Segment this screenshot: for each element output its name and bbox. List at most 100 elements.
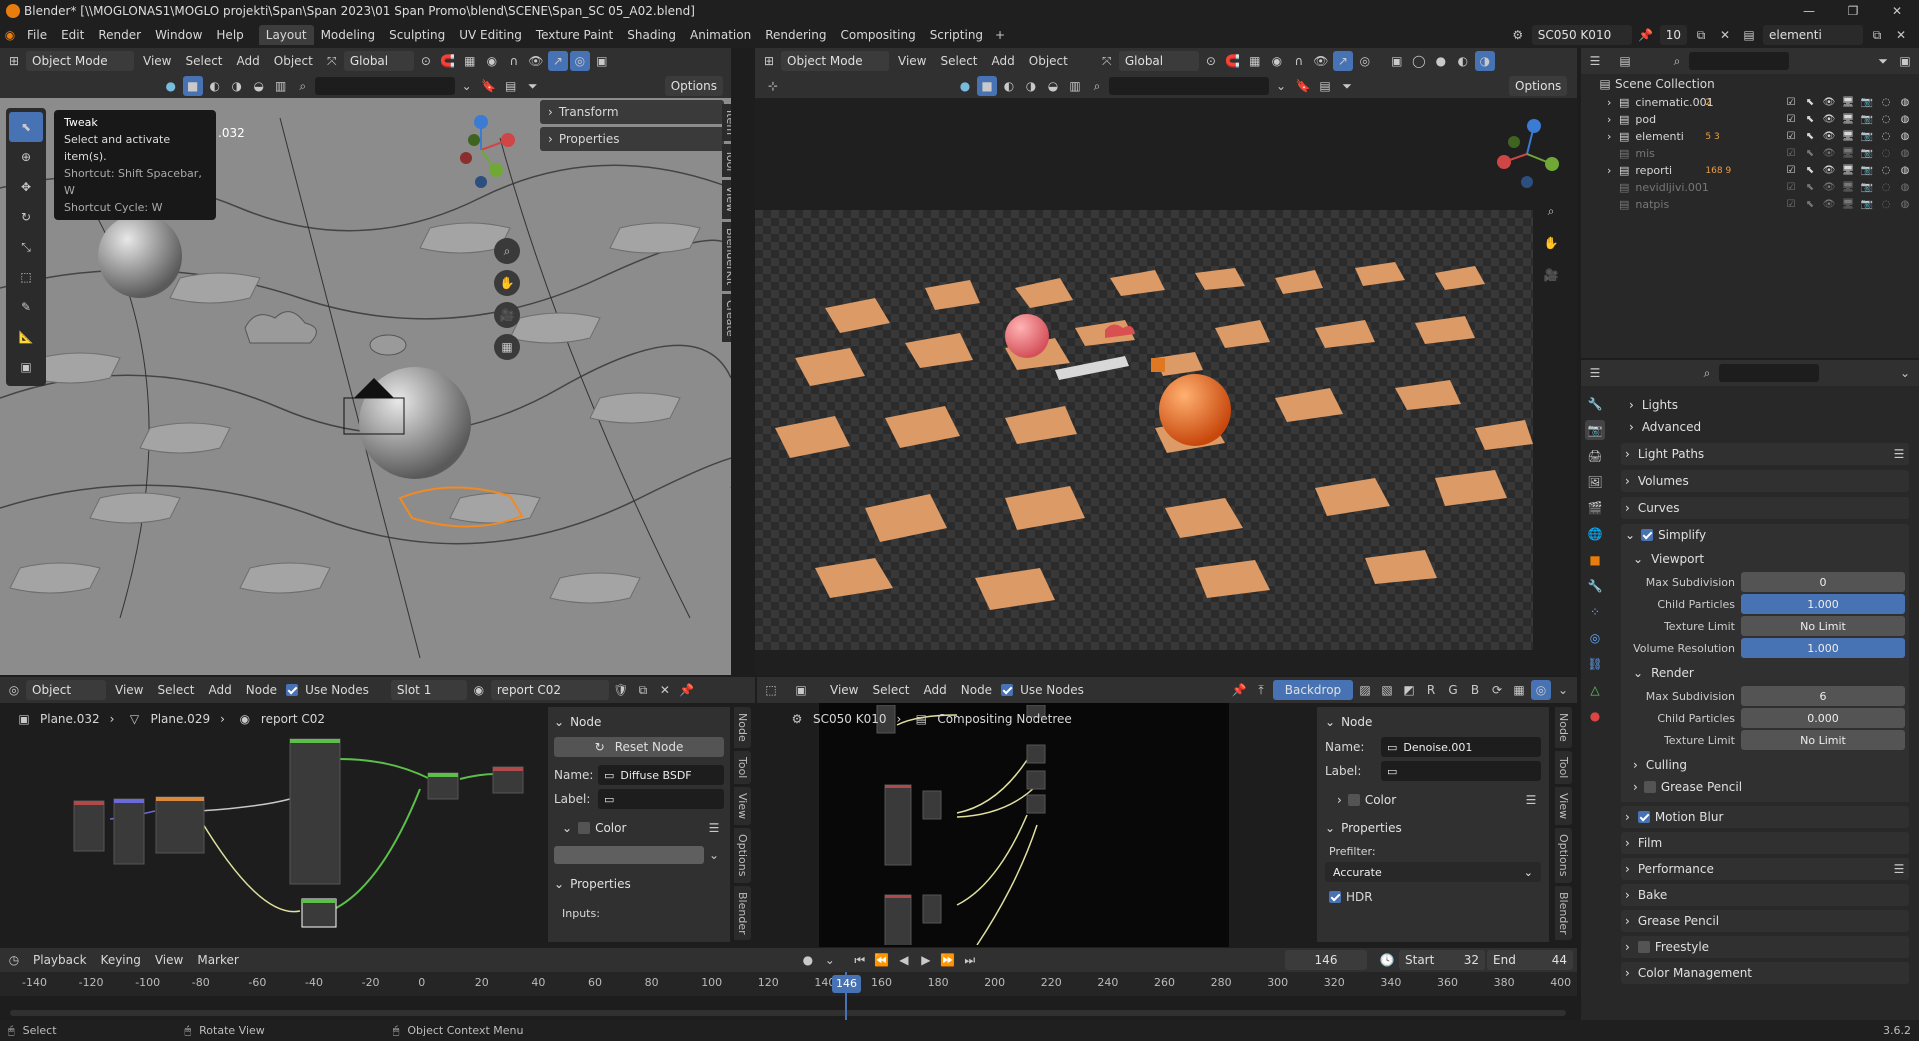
menu-help[interactable]: Help xyxy=(209,25,250,45)
gizmo-icon[interactable]: ↗ xyxy=(1332,51,1353,71)
presets-icon[interactable]: ☰ xyxy=(1889,444,1909,464)
sidebar-tab-node[interactable]: Node xyxy=(1555,707,1572,748)
select-icon[interactable]: ⬉ xyxy=(1802,148,1818,159)
tab-sculpting[interactable]: Sculpting xyxy=(382,25,452,45)
transform-panel[interactable]: › Transform xyxy=(540,100,724,124)
property-field[interactable]: 1.000 xyxy=(1741,594,1905,614)
property-field[interactable]: 6 xyxy=(1741,686,1905,706)
record-icon[interactable]: ● xyxy=(798,950,818,970)
menu-file[interactable]: File xyxy=(20,25,54,45)
gizmo-icon[interactable]: ↗ xyxy=(547,51,568,71)
indirect-icon[interactable]: ◍ xyxy=(1897,148,1913,159)
render-icon[interactable]: 📷 xyxy=(1859,114,1875,125)
falloff-icon[interactable]: ∩ xyxy=(504,51,524,71)
annotate-tool-icon[interactable]: ✎ xyxy=(9,292,43,322)
viewport-search-field[interactable] xyxy=(1109,77,1269,95)
xray-icon[interactable]: ▣ xyxy=(592,51,612,71)
options-button[interactable]: Options xyxy=(1509,76,1568,96)
left-3d-viewport[interactable]: ⊞ Object Mode View Select Add Object ⤧ Glob… xyxy=(0,48,731,675)
reset-node-button[interactable]: ↻ Reset Node xyxy=(554,737,724,757)
outliner-search-field[interactable] xyxy=(1689,52,1789,70)
search-icon[interactable]: ⌕ xyxy=(293,76,313,96)
color-checkbox[interactable] xyxy=(1347,794,1360,806)
indirect-icon[interactable]: ◍ xyxy=(1897,165,1913,176)
holdout-icon[interactable]: ◌ xyxy=(1878,97,1894,108)
r-channel-icon[interactable]: R xyxy=(1421,680,1441,700)
presets-icon[interactable]: ☰ xyxy=(1521,790,1541,810)
freestyle-panel[interactable]: › Freestyle xyxy=(1621,936,1909,958)
search-icon[interactable]: ⌕ xyxy=(1667,51,1687,71)
camera-icon[interactable]: 🎥 xyxy=(1538,262,1564,288)
menu-add[interactable]: Add xyxy=(230,51,267,71)
menu-playback[interactable]: Playback xyxy=(26,950,94,970)
exclude-checkbox[interactable]: ☑ xyxy=(1783,131,1799,142)
search-icon[interactable]: ⌕ xyxy=(1087,76,1107,96)
scale-tool-icon[interactable]: ⤡ xyxy=(9,232,43,262)
visibility-icon[interactable]: 👁 xyxy=(526,51,546,71)
sidebar-tab-view[interactable]: View xyxy=(722,180,731,219)
menu-edit[interactable]: Edit xyxy=(54,25,91,45)
menu-keying[interactable]: Keying xyxy=(94,950,148,970)
jump-end-icon[interactable]: ⏭ xyxy=(960,950,980,970)
grease-pencil-subpanel[interactable]: › Grease Pencil xyxy=(1625,776,1905,798)
scene-selector[interactable]: SC050 K010 xyxy=(1531,25,1632,45)
panel-checkbox[interactable] xyxy=(1637,811,1650,823)
holdout-icon[interactable]: ◌ xyxy=(1878,182,1894,193)
color-checkbox[interactable] xyxy=(578,822,591,834)
mode-selector[interactable]: Object Mode xyxy=(781,51,889,71)
snap-icon[interactable]: 🧲 xyxy=(438,51,458,71)
tab-modeling[interactable]: Modeling xyxy=(314,25,383,45)
rotate-tool-icon[interactable]: ↻ xyxy=(9,202,43,232)
viewport-subpanel[interactable]: ⌄ Viewport xyxy=(1625,548,1905,570)
outliner-item[interactable]: › ▤ elementi 5 3 ☑ ⬉ 👁 🖥 📷 ◌ ◍ xyxy=(1581,128,1919,145)
tab-shading[interactable]: Shading xyxy=(620,25,683,45)
viewlayer-icon[interactable]: ▤ xyxy=(1739,25,1759,45)
holdout-icon[interactable]: ◌ xyxy=(1878,114,1894,125)
play-icon[interactable]: ▶ xyxy=(916,950,936,970)
exclude-checkbox[interactable]: ☑ xyxy=(1783,165,1799,176)
tab-texture-paint[interactable]: Texture Paint xyxy=(529,25,620,45)
render-icon[interactable]: 📷 xyxy=(1859,131,1875,142)
sidebar-tab-view[interactable]: View xyxy=(734,787,751,826)
chevron-down-icon[interactable]: ⌄ xyxy=(1553,680,1573,700)
pin-icon[interactable]: 📌 xyxy=(1229,680,1249,700)
right-3d-viewport[interactable]: ⊞ Object Mode View Select Add Object ⤧ Glob… xyxy=(755,48,1577,675)
expand-icon[interactable]: ⌄ xyxy=(457,76,477,96)
chevron-right-icon[interactable]: › xyxy=(1607,164,1619,177)
expand-icon[interactable]: ⌄ xyxy=(1271,76,1291,96)
menu-add[interactable]: Add xyxy=(917,680,954,700)
exclude-checkbox[interactable]: ☑ xyxy=(1783,114,1799,125)
viewport-icon[interactable]: 🖥 xyxy=(1840,199,1856,210)
new-collection-icon[interactable]: ▣ xyxy=(1895,51,1915,71)
color-subpanel[interactable]: › Color ☰ xyxy=(1325,789,1541,811)
tweak-tool-icon[interactable]: ⬉ xyxy=(9,112,43,142)
use-nodes-checkbox[interactable] xyxy=(1001,684,1014,696)
zoom-icon[interactable]: ⌕ xyxy=(1538,198,1564,224)
sidebar-tab-item[interactable]: Item xyxy=(722,104,731,142)
fake-user-icon[interactable]: 🛡 xyxy=(611,680,631,700)
eye-icon[interactable]: 👁 xyxy=(1821,199,1837,210)
render-icon[interactable]: 📷 xyxy=(1859,165,1875,176)
measure-tool-icon[interactable]: 📐 xyxy=(9,322,43,352)
outliner-item[interactable]: › ▤ pod ☑ ⬉ 👁 🖥 📷 ◌ ◍ xyxy=(1581,111,1919,128)
editor-type-icon[interactable]: ⊞ xyxy=(4,51,24,71)
node-panel-header[interactable]: ⌄ Node xyxy=(1325,711,1541,733)
use-nodes-checkbox[interactable] xyxy=(286,684,299,696)
pan-hand-icon[interactable]: ✋ xyxy=(1538,230,1564,256)
particles-tab-icon[interactable]: ⁘ xyxy=(1585,602,1605,622)
other-shading-icon[interactable]: ◒ xyxy=(1043,76,1063,96)
collection-icon[interactable]: ▥ xyxy=(1065,76,1085,96)
sidebar-tab-blender[interactable]: Blender xyxy=(1555,885,1572,941)
material-icon[interactable]: ◉ xyxy=(469,680,489,700)
pivot-icon[interactable]: ⊙ xyxy=(1201,51,1221,71)
menu-object[interactable]: Object xyxy=(267,51,320,71)
layout-icon[interactable]: ▤ xyxy=(501,76,521,96)
indirect-icon[interactable]: ◍ xyxy=(1897,199,1913,210)
simplify-panel[interactable]: ⌄ Simplify xyxy=(1621,524,1909,546)
material-shading-icon[interactable]: ◐ xyxy=(205,76,225,96)
render-icon[interactable]: 📷 xyxy=(1859,97,1875,108)
current-frame-field[interactable]: 146 xyxy=(1285,950,1367,970)
prev-keyframe-icon[interactable]: ⏪ xyxy=(872,950,892,970)
sidebar-tab-tool[interactable]: Tool xyxy=(722,144,731,178)
add-viewlayer-icon[interactable]: ⧉ xyxy=(1867,25,1887,45)
